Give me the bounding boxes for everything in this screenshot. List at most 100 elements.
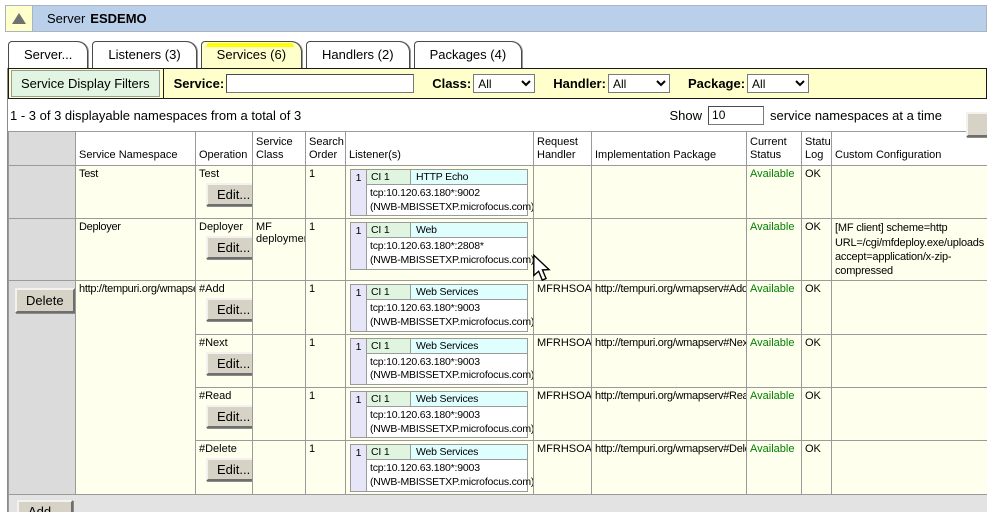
edit-button[interactable]: Edit... — [206, 183, 253, 206]
services-table: Service Namespace Operation Service Clas… — [8, 131, 987, 512]
status-badge: Available — [747, 219, 802, 281]
listener-box: 1 CI 1 Web Services tcp:10.120.63.180*:9… — [350, 391, 528, 438]
listener-box: 1 CI 1 Web Services tcp:10.120.63.180*:9… — [350, 444, 528, 491]
request-handler-cell — [534, 219, 592, 281]
tab-server[interactable]: Server... — [8, 41, 88, 68]
add-service-button[interactable]: Add... — [17, 500, 73, 512]
page-size-apply-button[interactable] — [966, 112, 987, 137]
table-header-row: Service Namespace Operation Service Clas… — [9, 132, 987, 166]
listener-address: tcp:10.120.63.180*:9003 — [370, 462, 525, 476]
edit-button[interactable]: Edit... — [206, 236, 253, 259]
listeners-cell: 1 CI 1 HTTP Echo tcp:10.120.63.180*:9002… — [346, 166, 534, 219]
search-order-cell: 1 — [306, 166, 346, 219]
page-size-input[interactable] — [708, 106, 764, 125]
listeners-cell: 1 CI 1 Web Services tcp:10.120.63.180*:9… — [346, 281, 534, 334]
server-title-prefix: Server — [47, 11, 85, 26]
filters-title: Service Display Filters — [11, 70, 160, 97]
listener-host: (NWB-MBISSETXP.microfocus.com) — [370, 316, 525, 330]
listeners-cell: 1 CI 1 Web Services tcp:10.120.63.180*:9… — [346, 334, 534, 387]
impl-package-cell: http://tempuri.org/wmapserv#Delete — [592, 441, 747, 494]
status-badge: Available — [747, 334, 802, 387]
edit-button[interactable]: Edit... — [206, 298, 253, 321]
col-header-custom-config: Custom Configuration — [832, 132, 987, 166]
listener-address: tcp:10.120.63.180*:2808* — [370, 240, 525, 254]
custom-config-cell — [832, 281, 987, 334]
edit-button[interactable]: Edit... — [206, 458, 253, 481]
status-log-cell: OK — [802, 281, 832, 334]
table-row: Deployer Deployer Edit... MF deployment … — [9, 219, 987, 281]
table-row: Test Test Edit... 1 1 CI 1 HTTP Echo tcp… — [9, 166, 987, 219]
listener-host: (NWB-MBISSETXP.microfocus.com) — [370, 423, 525, 437]
col-header-operation: Operation — [196, 132, 253, 166]
package-filter-label: Package: — [688, 76, 745, 91]
impl-package-cell: http://tempuri.org/wmapserv#Add — [592, 281, 747, 334]
col-header-listeners: Listener(s) — [346, 132, 534, 166]
tab-packages[interactable]: Packages (4) — [414, 41, 523, 68]
operation-cell: #Delete Edit... — [196, 441, 253, 494]
listener-address: tcp:10.120.63.180*:9003 — [370, 356, 525, 370]
search-order-cell: 1 — [306, 281, 346, 334]
collapse-section-button[interactable] — [6, 6, 33, 31]
listener-host: (NWB-MBISSETXP.microfocus.com) — [370, 254, 525, 268]
listeners-cell: 1 CI 1 Web Services tcp:10.120.63.180*:9… — [346, 388, 534, 441]
listener-address: tcp:10.120.63.180*:9003 — [370, 409, 525, 423]
status-log-cell: OK — [802, 166, 832, 219]
filter-divider — [163, 69, 164, 98]
col-header-service-class: Service Class — [253, 132, 306, 166]
col-header-status-log: Status Log — [802, 132, 832, 166]
search-order-cell: 1 — [306, 219, 346, 281]
col-header-request-handler: Request Handler — [534, 132, 592, 166]
listener-address: tcp:10.120.63.180*:9002 — [370, 187, 525, 201]
package-filter-select[interactable]: All — [747, 74, 809, 93]
service-class-cell: MF deployment — [253, 219, 306, 281]
impl-package-cell: http://tempuri.org/wmapserv#Read — [592, 388, 747, 441]
listener-host: (NWB-MBISSETXP.microfocus.com) — [370, 476, 525, 490]
status-badge: Available — [747, 166, 802, 219]
col-header-namespace: Service Namespace — [76, 132, 196, 166]
listener-host: (NWB-MBISSETXP.microfocus.com) — [370, 201, 525, 215]
status-log-cell: OK — [802, 441, 832, 494]
delete-button[interactable]: Delete — [15, 288, 75, 313]
listener-box: 1 CI 1 Web Services tcp:10.120.63.180*:9… — [350, 338, 528, 385]
namespace-cell: http://tempuri.org/wmapserv — [76, 281, 196, 494]
listeners-cell: 1 CI 1 Web Services tcp:10.120.63.180*:9… — [346, 441, 534, 494]
show-label: Show — [670, 108, 703, 123]
namespace-cell: Test — [76, 166, 196, 219]
custom-config-cell — [832, 334, 987, 387]
custom-config-cell — [832, 388, 987, 441]
service-class-cell — [253, 441, 306, 494]
request-handler-cell: MFRHSOAP — [534, 334, 592, 387]
tab-listeners[interactable]: Listeners (3) — [92, 41, 196, 68]
edit-button[interactable]: Edit... — [206, 352, 253, 375]
handler-filter-select[interactable]: All — [608, 74, 670, 93]
col-header-impl-package: Implementation Package — [592, 132, 747, 166]
operation-cell: Test Edit... — [196, 166, 253, 219]
server-name: ESDEMO — [90, 11, 146, 26]
impl-package-cell: http://tempuri.org/wmapserv#Next — [592, 334, 747, 387]
edit-button[interactable]: Edit... — [206, 405, 253, 428]
listener-box: 1 CI 1 HTTP Echo tcp:10.120.63.180*:9002… — [350, 169, 528, 216]
impl-package-cell — [592, 219, 747, 281]
tab-services[interactable]: Services (6) — [201, 41, 302, 68]
namespace-count-summary: 1 - 3 of 3 displayable namespaces from a… — [10, 108, 301, 123]
page-title: Server ESDEMO — [33, 6, 986, 31]
request-handler-cell — [534, 166, 592, 219]
listeners-cell: 1 CI 1 Web tcp:10.120.63.180*:2808* (NWB… — [346, 219, 534, 281]
impl-package-cell — [592, 166, 747, 219]
status-log-cell: OK — [802, 388, 832, 441]
service-class-cell — [253, 388, 306, 441]
tab-handlers[interactable]: Handlers (2) — [306, 41, 410, 68]
search-order-cell: 1 — [306, 388, 346, 441]
listener-address: tcp:10.120.63.180*:9003 — [370, 302, 525, 316]
class-filter-select[interactable]: All — [473, 74, 535, 93]
service-display-filters-bar: Service Display Filters Service: Class: … — [8, 68, 987, 99]
listener-host: (NWB-MBISSETXP.microfocus.com) — [370, 369, 525, 383]
col-header-search-order: Search Order — [306, 132, 346, 166]
status-badge: Available — [747, 281, 802, 334]
col-header-current-status: Current Status — [747, 132, 802, 166]
search-order-cell: 1 — [306, 334, 346, 387]
status-badge: Available — [747, 441, 802, 494]
server-header-bar: Server ESDEMO — [5, 5, 987, 32]
service-filter-input[interactable] — [226, 74, 414, 93]
up-triangle-icon — [12, 13, 26, 24]
